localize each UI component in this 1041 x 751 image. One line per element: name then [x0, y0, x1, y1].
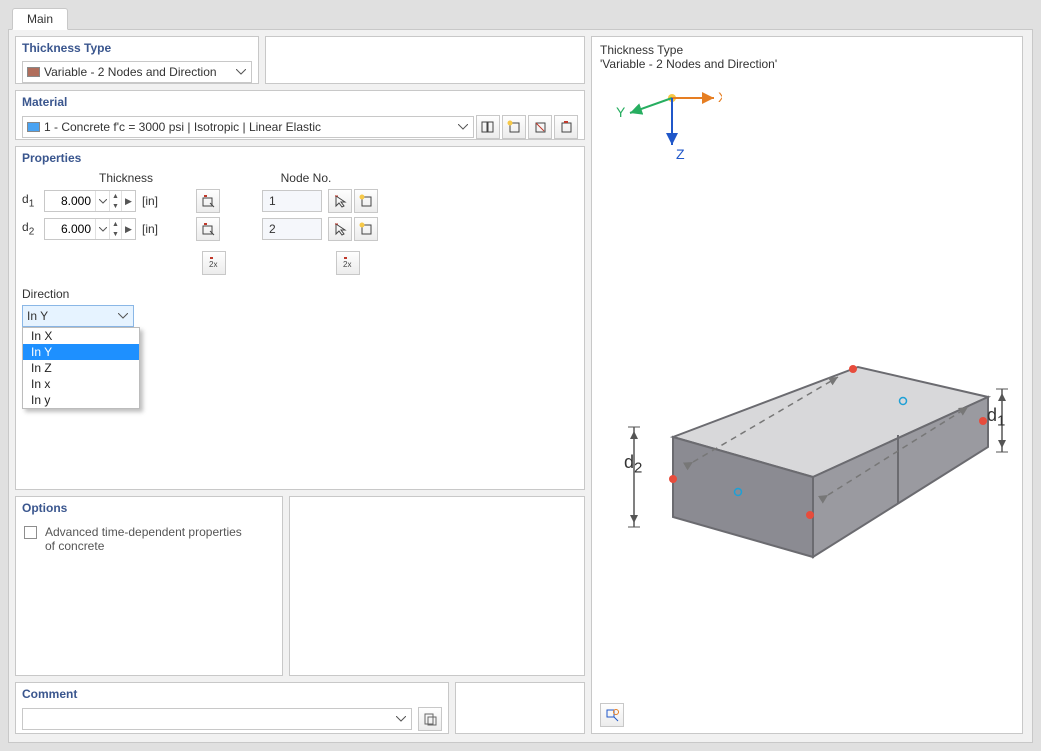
book-icon [481, 120, 495, 134]
reset-icon: 2x [207, 256, 221, 270]
chevron-down-icon[interactable] [95, 219, 109, 239]
thickness-type-value: Variable - 2 Nodes and Direction [44, 65, 229, 79]
material-title: Material [16, 91, 584, 115]
preview-label: Thickness Type [592, 37, 1022, 57]
preview-tool-button[interactable] [600, 703, 624, 727]
pick-icon [201, 222, 215, 236]
preview-value: 'Variable - 2 Nodes and Direction' [592, 57, 1022, 71]
reset-icon: 2x [341, 256, 355, 270]
sync-icon [605, 708, 619, 722]
d2-label: d2 [22, 220, 44, 237]
chevron-down-icon [393, 709, 409, 729]
chevron-down-icon [233, 62, 249, 82]
chevron-down-icon [115, 306, 131, 326]
d1-thickness-input[interactable]: ▲▼ ▶ [44, 190, 136, 212]
d1-pick-thickness-button[interactable] [196, 189, 220, 213]
direction-value: In Y [27, 309, 111, 323]
panel-material: Material 1 - Concrete f'c = 3000 psi | I… [15, 90, 585, 140]
thickness-type-dropdown[interactable]: Variable - 2 Nodes and Direction [22, 61, 252, 83]
panel-comment-right [455, 682, 585, 734]
options-title: Options [16, 497, 282, 521]
svg-text:2x: 2x [343, 260, 351, 269]
comment-title: Comment [16, 683, 448, 707]
cursor-icon [333, 194, 347, 208]
col-head-node: Node No. [266, 171, 346, 185]
edit-icon [533, 120, 547, 134]
new-icon [507, 120, 521, 134]
d1-thickness-field[interactable] [45, 194, 95, 208]
material-swatch [27, 122, 40, 132]
d2-thickness-input[interactable]: ▲▼ ▶ [44, 218, 136, 240]
cursor-icon [333, 222, 347, 236]
advanced-concrete-checkbox[interactable] [24, 526, 37, 539]
panel-thickness-type: Thickness Type Variable - 2 Nodes and Di… [15, 36, 259, 84]
coordinate-axes-icon: X Y Z [602, 73, 722, 173]
svg-text:2x: 2x [209, 260, 217, 269]
clipboard-icon [423, 712, 437, 726]
material-library-button[interactable] [476, 115, 500, 139]
material-edit-button[interactable] [528, 115, 552, 139]
direction-option-in-z-upper[interactable]: In Z [23, 360, 139, 376]
chevron-down-icon[interactable] [95, 191, 109, 211]
material-value: 1 - Concrete f'c = 3000 psi | Isotropic … [44, 120, 451, 134]
svg-text:Z: Z [676, 146, 685, 162]
d1-spinner[interactable]: ▲▼ [109, 191, 121, 211]
d2-spinner[interactable]: ▲▼ [109, 219, 121, 239]
delete-icon [559, 120, 573, 134]
d1-unit: [in] [142, 194, 158, 208]
d2-node-input[interactable]: 2 [262, 218, 322, 240]
d1-dimension-label: d1 [987, 405, 1005, 430]
properties-title: Properties [16, 147, 584, 171]
col-head-thickness: Thickness [66, 171, 186, 185]
arrow-right-icon[interactable]: ▶ [121, 191, 135, 211]
d2-dimension-label: d2 [624, 452, 642, 477]
svg-text:X: X [718, 89, 722, 105]
panel-options: Options Advanced time-dependent properti… [15, 496, 283, 676]
new-icon [359, 222, 373, 236]
thickness-reset-button[interactable]: 2x [202, 251, 226, 275]
panel-properties: Properties Thickness Node No. d1 ▲▼ ▶ [i… [15, 146, 585, 490]
thickness-type-swatch [27, 67, 40, 77]
direction-label: Direction [22, 287, 69, 301]
direction-option-in-x[interactable]: In X [23, 328, 139, 344]
thickness-type-title: Thickness Type [16, 37, 258, 61]
d2-unit: [in] [142, 222, 158, 236]
d2-node-select-button[interactable] [328, 217, 352, 241]
thickness-3d-preview [598, 327, 1018, 597]
tab-main-label: Main [27, 12, 53, 26]
panel-preview: Thickness Type 'Variable - 2 Nodes and D… [591, 36, 1023, 734]
material-new-button[interactable] [502, 115, 526, 139]
comment-dropdown[interactable] [22, 708, 412, 730]
new-icon [359, 194, 373, 208]
tab-main[interactable]: Main [12, 8, 68, 30]
panel-options-right [289, 496, 585, 676]
advanced-concrete-label: Advanced time-dependent properties of co… [45, 525, 255, 553]
direction-dropdown[interactable]: In Y [22, 305, 134, 327]
pick-icon [201, 194, 215, 208]
panel-comment: Comment [15, 682, 449, 734]
panel-spacer-top [265, 36, 585, 84]
direction-option-in-y[interactable]: In Y [23, 344, 139, 360]
chevron-down-icon [455, 117, 471, 137]
direction-option-in-x-lower[interactable]: In x [23, 376, 139, 392]
d2-thickness-field[interactable] [45, 222, 95, 236]
direction-option-in-y-lower[interactable]: In y [23, 392, 139, 408]
material-dropdown[interactable]: 1 - Concrete f'c = 3000 psi | Isotropic … [22, 116, 474, 138]
d1-node-select-button[interactable] [328, 189, 352, 213]
direction-dropdown-list[interactable]: In X In Y In Z In x In y [22, 327, 140, 409]
d1-label: d1 [22, 192, 44, 209]
d2-node-new-button[interactable] [354, 217, 378, 241]
svg-text:Y: Y [616, 104, 626, 120]
d1-node-input[interactable]: 1 [262, 190, 322, 212]
node-reset-button[interactable]: 2x [336, 251, 360, 275]
comment-clipboard-button[interactable] [418, 707, 442, 731]
material-delete-button[interactable] [554, 115, 578, 139]
d2-pick-thickness-button[interactable] [196, 217, 220, 241]
d1-node-new-button[interactable] [354, 189, 378, 213]
arrow-right-icon[interactable]: ▶ [121, 219, 135, 239]
